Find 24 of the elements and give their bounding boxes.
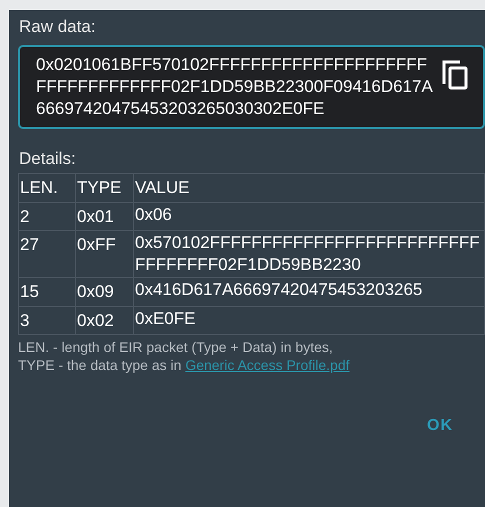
table-cell: 0xE0FE — [134, 306, 484, 334]
table-cell: 0xFF — [76, 230, 134, 278]
table-cell: 0x01 — [76, 202, 134, 230]
details-label: Details: — [19, 148, 77, 170]
column-header: TYPE — [76, 174, 134, 202]
table-cell: 0x02 — [76, 306, 134, 334]
table-cell: 15 — [18, 278, 76, 306]
table-cell: 0x09 — [76, 278, 134, 306]
table-cell: 0x416D617A66697420475453203265 — [134, 278, 484, 306]
raw-data-value: 0x0201061BFF570102FFFFFFFFFFFFFFFFFFFFFFFFFFFFFFFFFF02F1DD59BB22300F09416D617A66697420475453203265030302E0FE — [36, 54, 434, 120]
raw-data-label: Raw data: — [19, 16, 97, 38]
table-cell: 27 — [18, 230, 76, 278]
note-text: TYPE - the data type as in — [18, 357, 182, 373]
table-cell: 2 — [18, 202, 76, 230]
table-cell: 0x06 — [134, 202, 484, 230]
table-cell: 3 — [18, 306, 76, 334]
column-header: LEN. — [18, 174, 76, 202]
table-cell: 0x570102FFFFFFFFFFFFFFFFFFFFFFFFFFFFFFFFFF02F1DD59BB2230 — [134, 230, 484, 278]
note-text: LEN. - length of EIR packet (Type + Data) in bytes, — [18, 338, 334, 356]
pdf-link[interactable]: Generic Access Profile.pdf — [185, 357, 350, 373]
column-header: VALUE — [134, 174, 484, 202]
copy-icon[interactable] — [442, 60, 468, 90]
raw-data-field[interactable]: 0x0201061BFF570102FFFFFFFFFFFFFFFFFFFFFFFFFFFFFFFFFF02F1DD59BB22300F09416D617A66697420475453203265030302E0FE — [18, 44, 485, 128]
ok-button[interactable]: OK — [417, 408, 463, 444]
